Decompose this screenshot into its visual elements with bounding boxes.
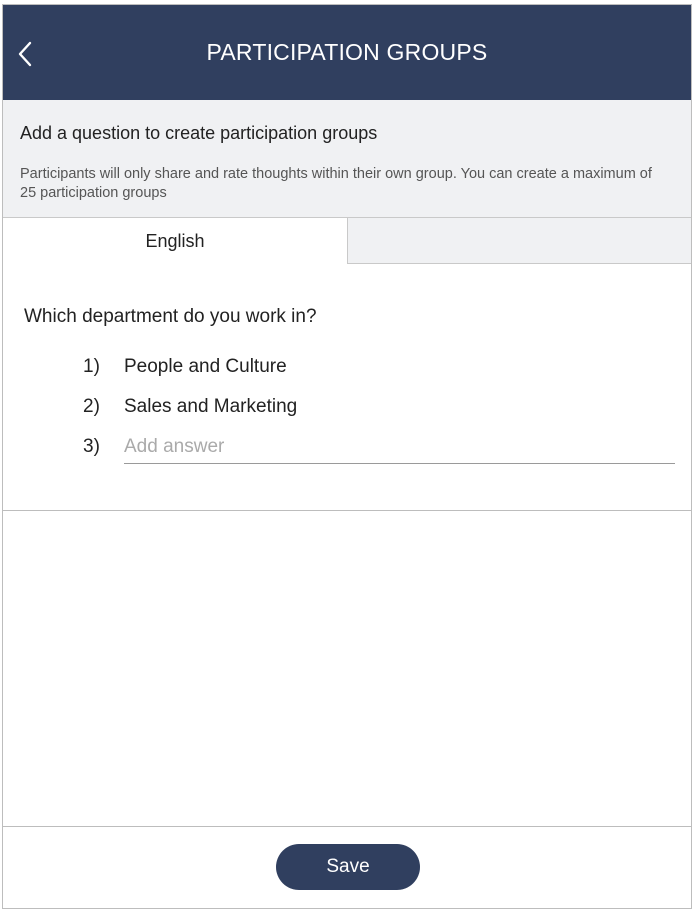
language-tabs: English [3,218,691,264]
answer-number: 2) [83,396,100,417]
answer-text[interactable]: Sales and Marketing [124,396,297,418]
info-title: Add a question to create participation g… [20,123,378,143]
answer-number: 3) [83,436,100,457]
participation-groups-panel: PARTICIPATION GROUPS Add a question to c… [2,4,692,909]
list-item: 1) People and Culture [3,348,691,388]
info-section: Add a question to create participation g… [3,100,691,218]
header-bar: PARTICIPATION GROUPS [3,5,691,100]
page-title: PARTICIPATION GROUPS [206,39,488,65]
answer-number: 1) [83,356,100,377]
save-button[interactable]: Save [276,844,420,890]
info-description: Participants will only share and rate th… [20,166,652,201]
tab-english[interactable]: English [3,218,348,264]
divider [3,826,691,827]
tab-secondary[interactable] [348,218,691,264]
divider [3,510,691,511]
answer-text[interactable]: People and Culture [124,356,287,378]
list-item: 3) [3,428,691,468]
question-text: Which department do you work in? [24,306,317,327]
list-item: 2) Sales and Marketing [3,388,691,428]
add-answer-input[interactable] [124,430,675,464]
